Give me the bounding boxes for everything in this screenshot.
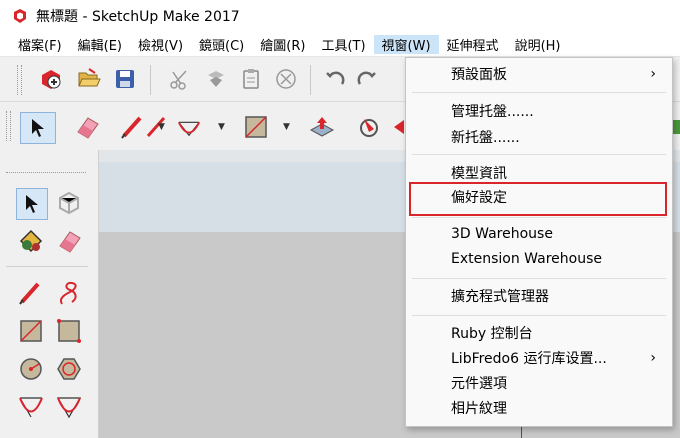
paint-bucket-icon[interactable] bbox=[16, 226, 46, 256]
dropdown-caret-icon[interactable]: ▼ bbox=[158, 122, 165, 132]
eraser-tool-icon[interactable] bbox=[74, 114, 100, 140]
polygon-tool-icon[interactable] bbox=[54, 354, 84, 384]
window-title: 無標題 - SketchUp Make 2017 bbox=[36, 9, 240, 25]
menu-camera[interactable]: 鏡頭(C) bbox=[191, 35, 252, 54]
paste-icon[interactable] bbox=[238, 66, 264, 92]
menu-item-preferences[interactable]: 偏好設定 bbox=[406, 185, 672, 209]
menu-draw[interactable]: 繪圖(R) bbox=[252, 35, 313, 54]
new-file-icon[interactable] bbox=[38, 66, 64, 92]
menu-item-manage-trays[interactable]: 管理托盤...... bbox=[406, 99, 672, 123]
circle-tool-icon[interactable] bbox=[16, 354, 46, 384]
menu-separator bbox=[412, 217, 666, 218]
menu-item-extension-manager[interactable]: 擴充程式管理器 bbox=[406, 284, 672, 308]
redo-icon[interactable] bbox=[354, 66, 380, 92]
cut-icon[interactable] bbox=[166, 66, 192, 92]
freehand-tool-icon[interactable] bbox=[144, 114, 170, 140]
menu-separator bbox=[412, 92, 666, 93]
freehand-tool-icon[interactable] bbox=[54, 278, 84, 308]
title-bar: 無標題 - SketchUp Make 2017 bbox=[0, 0, 680, 32]
rotated-rectangle-tool-icon[interactable] bbox=[54, 316, 84, 346]
copy-icon[interactable] bbox=[203, 66, 229, 92]
menu-item-default-tray[interactable]: 預設面板 › bbox=[406, 62, 672, 86]
line-tool-icon[interactable] bbox=[16, 278, 46, 308]
open-folder-icon[interactable] bbox=[76, 66, 102, 92]
menu-item-extension-warehouse[interactable]: Extension Warehouse bbox=[406, 247, 672, 271]
move-tool-icon[interactable] bbox=[392, 114, 406, 140]
toolbar-grip[interactable] bbox=[6, 111, 11, 141]
arc-tool-icon[interactable] bbox=[176, 114, 202, 140]
select-tool-icon[interactable] bbox=[20, 112, 56, 144]
push-pull-tool-icon[interactable] bbox=[309, 114, 335, 140]
large-tool-set-panel bbox=[0, 150, 99, 438]
menu-bar: 檔案(F) 編輯(E) 檢視(V) 鏡頭(C) 繪圖(R) 工具(T) 視窗(W… bbox=[0, 32, 680, 57]
sketchup-logo-icon bbox=[14, 9, 26, 23]
menu-separator bbox=[412, 154, 666, 155]
arc-tool-icon[interactable] bbox=[16, 392, 46, 422]
rectangle-tool-icon[interactable] bbox=[243, 114, 269, 140]
menu-file[interactable]: 檔案(F) bbox=[0, 35, 70, 54]
save-icon[interactable] bbox=[112, 66, 138, 92]
select-tool-icon[interactable] bbox=[16, 188, 48, 220]
eraser-tool-icon[interactable] bbox=[54, 226, 84, 256]
menu-item-ruby-console[interactable]: Ruby 控制台 bbox=[406, 321, 672, 345]
menu-help[interactable]: 說明(H) bbox=[507, 35, 569, 54]
menu-extensions[interactable]: 延伸程式 bbox=[439, 35, 507, 54]
menu-separator bbox=[412, 315, 666, 316]
make-component-icon[interactable] bbox=[54, 188, 84, 218]
menu-item-libfredo6-settings[interactable]: LibFredo6 运行库设置... › bbox=[406, 346, 672, 370]
toolbar-grip[interactable] bbox=[17, 65, 22, 95]
menu-window[interactable]: 視窗(W) bbox=[373, 34, 439, 54]
dropdown-caret-icon[interactable]: ▼ bbox=[283, 122, 290, 132]
menu-tools[interactable]: 工具(T) bbox=[313, 35, 373, 54]
undo-icon[interactable] bbox=[322, 66, 348, 92]
line-tool-icon[interactable] bbox=[120, 114, 146, 140]
erase-delete-icon[interactable] bbox=[273, 66, 299, 92]
submenu-arrow-icon: › bbox=[650, 350, 656, 366]
follow-me-tool-icon[interactable] bbox=[356, 114, 382, 140]
dropdown-caret-icon[interactable]: ▼ bbox=[218, 122, 225, 132]
menu-separator bbox=[412, 278, 666, 279]
window-dropdown-menu: 預設面板 › 管理托盤...... 新托盤...... 模型資訊 偏好設定 3D… bbox=[405, 57, 673, 427]
menu-edit[interactable]: 編輯(E) bbox=[70, 35, 130, 54]
menu-item-photo-textures[interactable]: 相片紋理 bbox=[406, 396, 672, 420]
menu-item-component-options[interactable]: 元件選項 bbox=[406, 371, 672, 395]
menu-item-new-tray[interactable]: 新托盤...... bbox=[406, 125, 672, 149]
pie-tool-icon[interactable] bbox=[54, 392, 84, 422]
menu-view[interactable]: 檢視(V) bbox=[130, 35, 191, 54]
submenu-arrow-icon: › bbox=[650, 66, 656, 82]
panel-grip[interactable] bbox=[6, 172, 86, 174]
menu-item-3d-warehouse[interactable]: 3D Warehouse bbox=[406, 222, 672, 246]
rectangle-tool-icon[interactable] bbox=[16, 316, 46, 346]
